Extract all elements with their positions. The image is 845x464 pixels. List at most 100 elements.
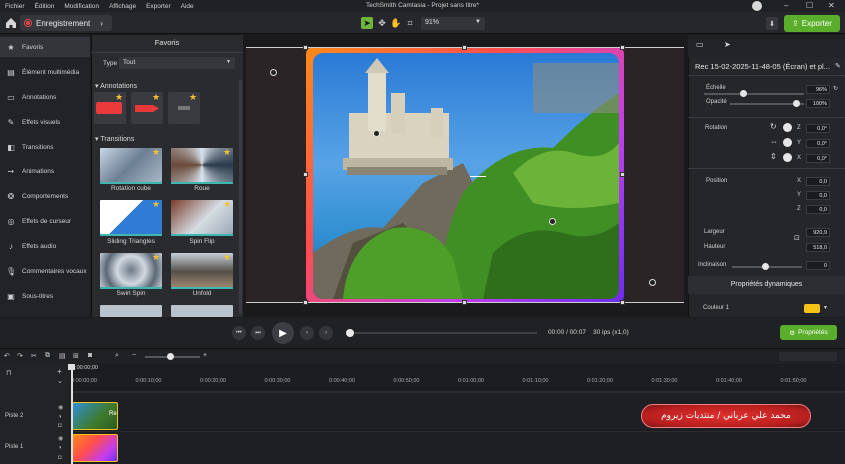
motion-point[interactable] <box>270 69 277 76</box>
rotate-x-icon[interactable]: ⇕ <box>770 152 777 161</box>
redo-icon[interactable]: ↷ <box>17 352 23 360</box>
timeline-search-field[interactable] <box>779 352 837 361</box>
nav-item-voice-narration[interactable]: 🎙 Commentaires vocaux <box>0 261 90 281</box>
track-audio-icon[interactable]: ◑ <box>58 414 62 420</box>
record-button[interactable]: Enregistrement › <box>20 15 112 31</box>
menu-view[interactable]: Affichage <box>104 3 141 10</box>
nav-item-annotations[interactable]: ▭ Annotations <box>0 87 90 107</box>
resize-handle[interactable] <box>620 172 625 177</box>
rotation-x-dial[interactable] <box>783 153 792 162</box>
menu-modify[interactable]: Modification <box>59 3 104 10</box>
transition-thumb-partial[interactable] <box>100 305 162 317</box>
opacity-slider-knob[interactable] <box>793 100 800 107</box>
rotation-y-dial[interactable] <box>783 138 792 147</box>
scale-field[interactable]: 96% <box>806 85 830 94</box>
position-y-field[interactable]: 0,0 <box>806 191 830 200</box>
annotation-thumb-callout[interactable]: ★ <box>94 92 126 124</box>
fps-readout[interactable]: 30 ips (x1,0) <box>593 329 629 336</box>
move-tool-icon[interactable]: ✥ <box>376 17 388 29</box>
width-field[interactable]: 920,9 <box>806 228 830 237</box>
menu-export[interactable]: Exporter <box>141 3 176 10</box>
timeline-zoom-knob[interactable] <box>167 353 174 360</box>
play-button[interactable]: ▶ <box>272 322 294 344</box>
maximize-icon[interactable]: ☐ <box>806 1 813 10</box>
tab-visual-properties[interactable]: ▭ <box>696 40 704 49</box>
split-icon[interactable]: ⊞ <box>73 352 79 360</box>
collapse-icon[interactable]: ⌄ <box>57 377 63 385</box>
rotate-z-icon[interactable]: ↻ <box>770 122 777 131</box>
step-back-icon[interactable]: ⏭ <box>251 326 265 340</box>
resize-handle[interactable] <box>303 45 308 50</box>
clip-track-1[interactable] <box>72 434 118 462</box>
scale-slider-knob[interactable] <box>740 90 747 97</box>
scrub-bar[interactable] <box>351 332 537 334</box>
home-icon[interactable] <box>4 16 18 30</box>
link-icon[interactable]: ↻ <box>833 85 838 92</box>
edit-icon[interactable]: ✎ <box>835 62 841 70</box>
tab-cursor-properties[interactable]: ➤ <box>724 40 731 49</box>
transitions-header[interactable]: ▾ Transitions <box>95 135 134 143</box>
position-x-field[interactable]: 0,0 <box>806 177 830 186</box>
height-field[interactable]: 518,0 <box>806 243 830 252</box>
rotation-x-field[interactable]: 0,0° <box>806 154 830 163</box>
nav-item-animations[interactable]: ➙ Animations <box>0 161 90 181</box>
rotation-z-field[interactable]: 0,0° <box>806 124 830 133</box>
nav-item-media[interactable]: ▤ Élément multimédia <box>0 62 90 82</box>
close-icon[interactable]: ✕ <box>828 1 835 10</box>
avatar[interactable] <box>752 1 762 11</box>
menu-edit[interactable]: Édition <box>30 3 60 10</box>
track-visibility-icon[interactable]: ◉ <box>58 435 63 442</box>
scale-slider[interactable] <box>704 93 804 95</box>
zoom-search-icon[interactable]: ⌕ <box>115 352 119 360</box>
color-swatch[interactable] <box>804 304 820 313</box>
nav-item-audio-effects[interactable]: ♪ Effets audio <box>0 236 90 256</box>
dynamic-properties-header[interactable]: Propriétés dynamiques <box>688 276 845 294</box>
skew-field[interactable]: 0 <box>806 261 830 270</box>
rotation-z-dial[interactable] <box>783 123 792 132</box>
nav-item-transitions[interactable]: ◧ Transitions <box>0 137 90 157</box>
track-audio-icon[interactable]: ◑ <box>58 445 62 451</box>
resize-handle[interactable] <box>620 300 625 305</box>
zoom-out-icon[interactable]: − <box>132 352 136 359</box>
annotations-header[interactable]: ▾ Annotations <box>95 82 137 90</box>
cut-icon[interactable]: ✂ <box>31 352 37 360</box>
export-button[interactable]: ⇪ Exporter <box>784 15 840 32</box>
skew-slider-knob[interactable] <box>762 263 769 270</box>
properties-button[interactable]: ⚙ Propriétés <box>780 325 837 340</box>
paste-icon[interactable]: ▤ <box>59 352 66 360</box>
next-icon[interactable]: › <box>319 326 333 340</box>
favorites-scrollbar[interactable] <box>239 80 242 314</box>
zoom-select[interactable]: 91% ▼ <box>421 17 485 30</box>
pan-tool-icon[interactable]: ✋ <box>390 17 402 29</box>
track-lock-icon[interactable]: ◘ <box>58 455 62 461</box>
nav-item-cursor-effects[interactable]: ◎ Effets de curseur <box>0 211 90 231</box>
motion-point[interactable] <box>549 218 556 225</box>
undo-icon[interactable]: ↶ <box>4 352 10 360</box>
resize-handle[interactable] <box>462 300 467 305</box>
playhead[interactable] <box>71 364 73 464</box>
lock-ratio-icon[interactable]: ⊡ <box>794 234 800 242</box>
previous-frame-icon[interactable]: ⏮ <box>232 326 246 340</box>
transition-thumb-partial[interactable] <box>171 305 233 317</box>
minimize-icon[interactable]: – <box>784 1 788 10</box>
copy-icon[interactable]: ⧉ <box>45 352 50 360</box>
rotation-y-field[interactable]: 0,0° <box>806 139 830 148</box>
track-visibility-icon[interactable]: ◉ <box>58 404 63 411</box>
opacity-field[interactable]: 100% <box>806 99 830 108</box>
menu-help[interactable]: Aide <box>176 3 199 10</box>
snapshot-icon[interactable]: ◙ <box>88 352 92 359</box>
resize-handle[interactable] <box>303 172 308 177</box>
menu-file[interactable]: Fichier <box>0 3 30 10</box>
resize-handle[interactable] <box>620 45 625 50</box>
add-track-icon[interactable]: + <box>57 367 62 376</box>
magnet-icon[interactable]: ⊓ <box>6 369 11 377</box>
download-icon[interactable]: ⬇ <box>766 17 778 30</box>
nav-item-visual-effects[interactable]: ✎ Effets visuels <box>0 112 90 132</box>
rotate-y-icon[interactable]: ⇔ <box>770 137 778 146</box>
zoom-in-icon[interactable]: + <box>203 352 207 359</box>
chevron-down-icon[interactable]: ▼ <box>823 305 828 311</box>
nav-item-captions[interactable]: ▣ Sous-titres <box>0 286 90 306</box>
nav-item-favorites[interactable]: ★ Favoris <box>0 37 90 57</box>
castle-photo[interactable] <box>313 53 619 299</box>
crop-tool-icon[interactable]: ⌗ <box>404 17 416 29</box>
